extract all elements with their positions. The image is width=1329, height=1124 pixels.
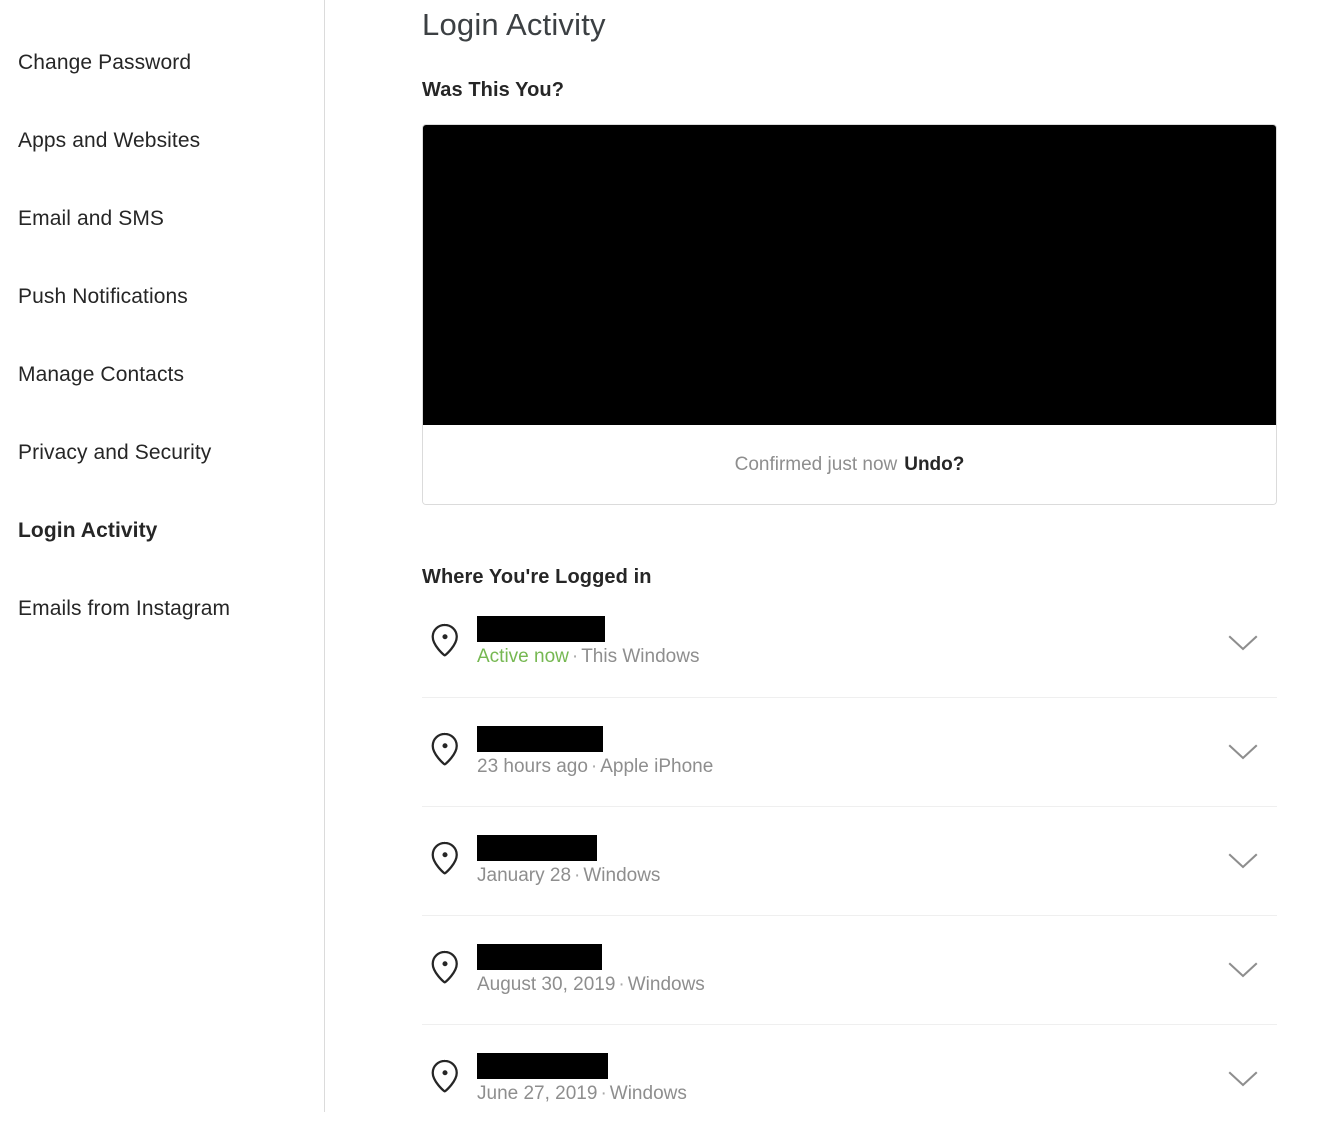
where-logged-in-heading: Where You're Logged in <box>422 565 652 588</box>
chevron-down-icon[interactable] <box>1227 960 1259 980</box>
meta-separator: · <box>618 973 625 995</box>
session-device: Windows <box>583 864 661 886</box>
chevron-down-icon[interactable] <box>1227 1069 1259 1089</box>
chevron-down-icon[interactable] <box>1227 742 1259 762</box>
location-redaction-block <box>477 725 603 752</box>
sidebar-item-label: Apps and Websites <box>18 129 201 152</box>
session-device: Apple iPhone <box>600 755 714 777</box>
session-meta: Active now · This Windows <box>477 645 1227 669</box>
session-timestamp: Active now <box>477 646 569 667</box>
chevron-down-icon[interactable] <box>1227 851 1259 871</box>
sidebar-item-label: Privacy and Security <box>18 441 212 464</box>
session-device: This Windows <box>581 646 700 667</box>
session-timestamp: August 30, 2019 <box>477 973 616 995</box>
session-row[interactable]: June 27, 2019 · Windows <box>422 1024 1277 1124</box>
sidebar-item-label: Emails from Instagram <box>18 597 231 620</box>
session-device: Windows <box>627 973 705 995</box>
session-details: Active now · This Windows <box>477 616 1227 669</box>
recent-login-card: Confirmed just now Undo? <box>422 124 1277 505</box>
was-this-you-heading: Was This You? <box>422 78 565 101</box>
location-redaction-block <box>477 943 602 970</box>
location-pin-icon <box>431 623 458 656</box>
location-redaction-block <box>477 834 597 861</box>
main-content: Login Activity Was This You? Confirmed j… <box>325 0 1329 1124</box>
sidebar-item-label: Push Notifications <box>18 285 188 308</box>
location-pin-icon <box>431 950 458 984</box>
meta-separator: · <box>571 646 579 667</box>
session-row[interactable]: January 28 · Windows <box>422 806 1277 915</box>
undo-button[interactable]: Undo? <box>904 454 964 476</box>
confirmation-bar: Confirmed just now Undo? <box>423 425 1276 504</box>
session-details: January 28 · Windows <box>477 834 1227 888</box>
session-details: 23 hours ago · Apple iPhone <box>477 725 1227 779</box>
session-row[interactable]: 23 hours ago · Apple iPhone <box>422 697 1277 806</box>
location-redaction-block <box>477 616 605 642</box>
location-pin-icon <box>431 1059 458 1093</box>
chevron-down-icon[interactable] <box>1227 633 1259 653</box>
location-pin-icon <box>431 841 458 875</box>
sidebar-item-label: Email and SMS <box>18 207 165 230</box>
session-meta: January 28 · Windows <box>477 864 1227 888</box>
session-row[interactable]: Active now · This Windows <box>422 588 1277 697</box>
session-row[interactable]: August 30, 2019 · Windows <box>422 915 1277 1024</box>
logged-in-sessions-list: Active now · This Windows 23 hours ago · Appl… <box>422 588 1277 1124</box>
session-meta: August 30, 2019 · Windows <box>477 973 1227 997</box>
session-details: June 27, 2019 · Windows <box>477 1052 1227 1106</box>
login-activity-page: Change Password Apps and Websites Email an… <box>0 0 1329 1124</box>
session-device: Windows <box>609 1082 687 1104</box>
session-timestamp: January 28 <box>477 864 572 886</box>
sidebar-item-manage-contacts[interactable]: Manage Contacts <box>18 360 184 390</box>
sidebar-item-emails-from-instagram[interactable]: Emails from Instagram <box>18 594 230 624</box>
sidebar-item-change-password[interactable]: Change Password <box>18 48 191 78</box>
meta-separator: · <box>600 1082 607 1104</box>
session-meta: 23 hours ago · Apple iPhone <box>477 755 1227 779</box>
sidebar-item-apps-and-websites[interactable]: Apps and Websites <box>18 126 200 156</box>
page-title: Login Activity <box>422 6 606 42</box>
meta-separator: · <box>590 755 598 777</box>
sidebar-item-privacy-and-security[interactable]: Privacy and Security <box>18 438 211 468</box>
location-pin-icon <box>431 732 458 766</box>
settings-sidebar: Change Password Apps and Websites Email an… <box>0 0 325 1124</box>
session-meta: June 27, 2019 · Windows <box>477 1082 1227 1106</box>
map-redaction-block <box>423 125 1276 425</box>
sidebar-item-label: Manage Contacts <box>18 363 185 386</box>
meta-separator: · <box>574 864 581 886</box>
session-details: August 30, 2019 · Windows <box>477 943 1227 997</box>
session-timestamp: 23 hours ago <box>477 755 588 777</box>
location-redaction-block <box>477 1052 608 1079</box>
confirmed-status-text: Confirmed just now <box>734 453 898 475</box>
sidebar-item-email-and-sms[interactable]: Email and SMS <box>18 204 164 234</box>
sidebar-item-push-notifications[interactable]: Push Notifications <box>18 282 188 312</box>
sidebar-item-login-activity[interactable]: Login Activity <box>18 516 157 546</box>
sidebar-item-label: Login Activity <box>18 519 158 542</box>
sidebar-item-label: Change Password <box>18 51 192 74</box>
session-timestamp: June 27, 2019 <box>477 1082 598 1104</box>
